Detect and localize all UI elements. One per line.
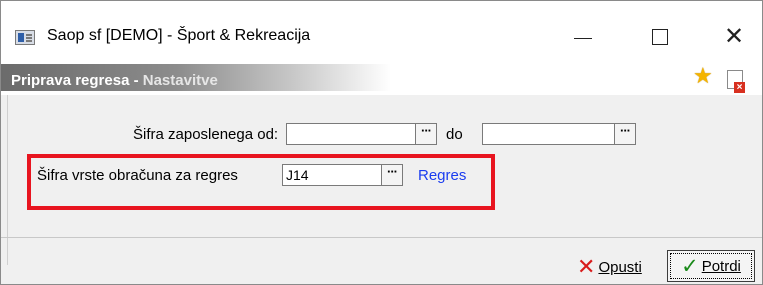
cancel-button[interactable]: ✕ Opusti <box>577 251 659 283</box>
checkmark-icon: ✓ <box>681 254 699 278</box>
document-close-icon[interactable] <box>727 70 745 93</box>
page-title: Priprava regresa - Nastavitve <box>11 72 218 89</box>
cancel-button-label: Opusti <box>598 258 642 276</box>
header-strip: Priprava regresa - Nastavitve <box>1 61 762 95</box>
maximize-icon <box>652 29 668 45</box>
minimize-icon <box>574 37 592 39</box>
employee-to-input[interactable] <box>482 123 615 145</box>
confirm-button[interactable]: ✓ Potrdi <box>667 250 755 282</box>
dialog-window: Saop sf [DEMO] - Šport & Rekreacija ✕ Pr… <box>0 0 763 285</box>
cancel-x-icon: ✕ <box>577 254 596 279</box>
minimize-button[interactable] <box>568 23 598 51</box>
window-title: Saop sf [DEMO] - Šport & Rekreacija <box>47 27 311 44</box>
close-button[interactable]: ✕ <box>719 23 749 51</box>
close-icon: ✕ <box>723 23 745 50</box>
header-gradient: Priprava regresa - Nastavitve <box>1 64 391 91</box>
calc-type-description: Regres <box>418 167 467 184</box>
left-divider <box>7 95 8 265</box>
page-title-sub: Nastavitve <box>142 72 218 89</box>
calc-type-input[interactable]: J14 <box>282 164 382 186</box>
calc-type-lookup-button[interactable]: ··· <box>381 164 403 186</box>
employee-to-lookup-button[interactable]: ··· <box>614 123 636 145</box>
employee-from-label: Šifra zaposlenega od: <box>133 126 279 143</box>
employee-to-label: do <box>446 126 463 143</box>
page-title-main: Priprava regresa - <box>11 72 143 89</box>
maximize-button[interactable] <box>645 23 675 51</box>
employee-from-lookup-button[interactable]: ··· <box>415 123 437 145</box>
title-bar[interactable]: Saop sf [DEMO] - Šport & Rekreacija ✕ <box>1 1 762 61</box>
app-icon <box>15 30 35 45</box>
calc-type-label: Šifra vrste obračuna za regres <box>37 167 238 184</box>
star-icon[interactable]: ★ <box>693 65 713 87</box>
confirm-button-label: Potrdi <box>701 257 741 275</box>
footer-divider <box>1 237 762 238</box>
employee-from-input[interactable] <box>286 123 416 145</box>
